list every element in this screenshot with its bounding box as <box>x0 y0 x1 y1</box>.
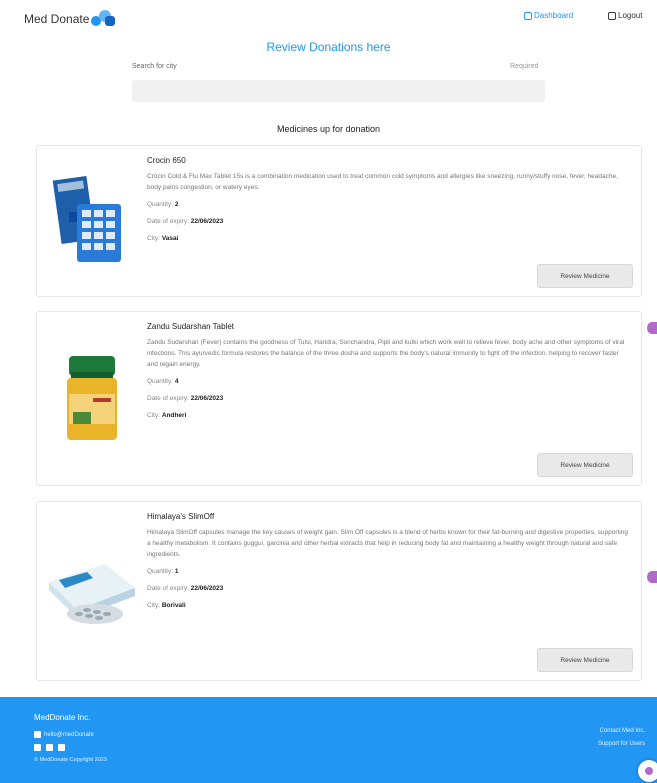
medicine-description: Crocin Cold & Flu Max Tablet 15s is a co… <box>147 173 618 191</box>
brand-name: Med Donate <box>24 12 90 26</box>
side-widget-icon[interactable] <box>647 571 657 583</box>
dashboard-label: Dashboard <box>534 11 574 20</box>
brand[interactable]: Med Donate <box>24 10 117 28</box>
medicine-quantity: Quantity: 1 <box>147 568 179 575</box>
twitter-icon[interactable] <box>58 744 65 751</box>
medicine-description: Zandu Sudarshan (Fever) contains the goo… <box>147 339 625 368</box>
page-title: Review Donations here <box>266 40 391 54</box>
review-medicine-button[interactable]: Review Medicine <box>537 648 633 672</box>
copyright: © MedDonate Copyright 2023 <box>34 757 107 763</box>
footer-email[interactable]: hello@medDonate <box>34 731 94 738</box>
medicine-description: Himalaya SlimOff capsules manage the key… <box>147 529 629 558</box>
medicine-card: Zandu Sudarshan Tablet Zandu Sudarshan (… <box>36 311 642 486</box>
medicine-card: Himalaya's SlimOff Himalaya SlimOff caps… <box>36 501 642 681</box>
medicine-name: Zandu Sudarshan Tablet <box>147 322 235 331</box>
section-title: Medicines up for donation <box>276 124 381 134</box>
medicine-image <box>47 174 137 269</box>
footer-org-name: MedDonate Inc. <box>34 713 91 722</box>
medicine-expiry: Date of expiry: 22/06/2023 <box>147 585 224 592</box>
search-label: Search for city <box>132 63 177 70</box>
footer-contact-link[interactable]: Contact Med Inc. <box>600 728 645 734</box>
dashboard-icon <box>524 11 532 20</box>
required-label: Required <box>510 63 539 70</box>
medicine-card: Crocin 650 Crocin Cold & Flu Max Tablet … <box>36 145 642 297</box>
navbar: Med Donate Dashboard Logout <box>0 0 657 36</box>
medicine-city: City: Andheri <box>147 412 187 419</box>
medicine-city: City: Borivali <box>147 602 186 609</box>
medicine-quantity: Quantity: 2 <box>147 201 179 208</box>
social-links <box>34 744 65 751</box>
footer: MedDonate Inc. hello@medDonate © MedDona… <box>0 697 657 783</box>
medicine-name: Crocin 650 <box>147 156 186 165</box>
instagram-icon[interactable] <box>46 744 53 751</box>
footer-support-link[interactable]: Support for Users <box>598 741 645 747</box>
medicine-expiry: Date of expiry: 22/06/2023 <box>147 218 224 225</box>
facebook-icon[interactable] <box>34 744 41 751</box>
footer-email-text: hello@medDonate <box>44 731 94 738</box>
logout-label: Logout <box>618 11 643 20</box>
logout-link[interactable]: Logout <box>608 11 642 20</box>
medicine-image <box>47 552 137 637</box>
medicine-image <box>47 354 137 449</box>
chat-icon[interactable] <box>638 760 657 782</box>
medicine-city: City: Vasai <box>147 235 179 242</box>
search-input[interactable] <box>132 80 545 102</box>
review-medicine-button[interactable]: Review Medicine <box>537 453 633 477</box>
medicine-quantity: Quantity: 4 <box>147 378 179 385</box>
logout-icon <box>608 11 616 20</box>
review-medicine-button[interactable]: Review Medicine <box>537 264 633 288</box>
medicine-name: Himalaya's SlimOff <box>147 512 215 521</box>
logo-icon <box>91 10 117 28</box>
medicine-expiry: Date of expiry: 22/06/2023 <box>147 395 224 402</box>
dashboard-link[interactable]: Dashboard <box>524 11 573 20</box>
mail-icon <box>34 731 41 738</box>
side-widget-icon[interactable] <box>647 322 657 334</box>
